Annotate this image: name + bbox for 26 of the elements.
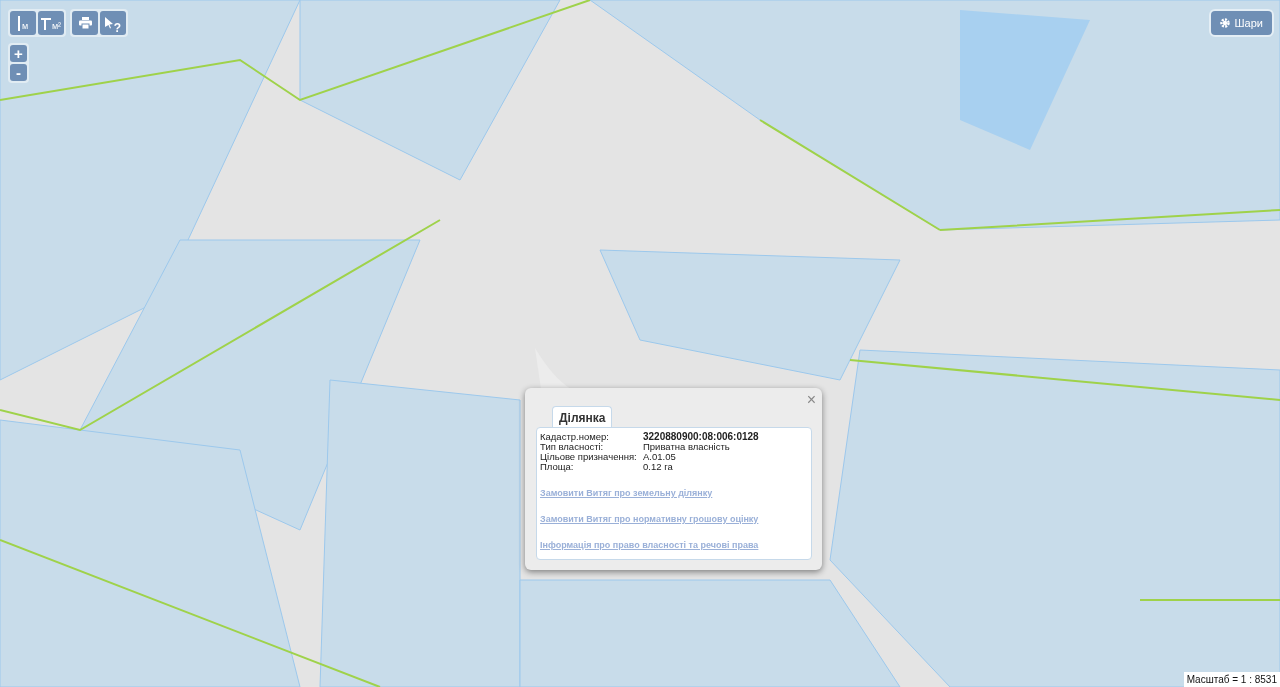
field-value: 3220880900:08:006:0128 <box>643 432 760 442</box>
scale-label: Масштаб = 1 : 8531 <box>1183 672 1280 687</box>
close-button[interactable]: × <box>806 392 816 408</box>
zoom-in-button[interactable]: + <box>10 45 27 62</box>
link[interactable]: Замовити Витяг про нормативну грошову оцінку <box>540 514 759 524</box>
print-icon <box>78 17 92 29</box>
zoom-out-button[interactable]: - <box>10 64 27 81</box>
layers-button[interactable]: Шари <box>1210 11 1272 35</box>
field-value: Приватна власність <box>643 442 731 452</box>
link[interactable]: Замовити Витяг про земельну ділянку <box>540 488 713 498</box>
measure-area-button[interactable]: м² <box>38 11 64 35</box>
identify-button[interactable]: ? <box>100 11 126 35</box>
cursor-icon <box>104 17 113 29</box>
field-label: Кадастр.номер: <box>540 432 610 442</box>
field-label: Тип власності: <box>540 442 604 452</box>
measure-length-button[interactable]: м <box>10 11 36 35</box>
field-value: A.01.05 <box>643 452 676 462</box>
ruler-icon <box>17 15 21 31</box>
gear-icon <box>1219 18 1230 28</box>
area-icon <box>40 16 51 30</box>
link[interactable]: Інформація про право власності та речові права <box>540 540 759 550</box>
field-label: Площа: <box>540 462 574 472</box>
field-label: Цільове призначення: <box>540 452 638 462</box>
print-button[interactable] <box>72 11 98 35</box>
field-value: 0.12 га <box>643 462 674 472</box>
popup-tab[interactable]: Ділянка <box>552 406 613 428</box>
